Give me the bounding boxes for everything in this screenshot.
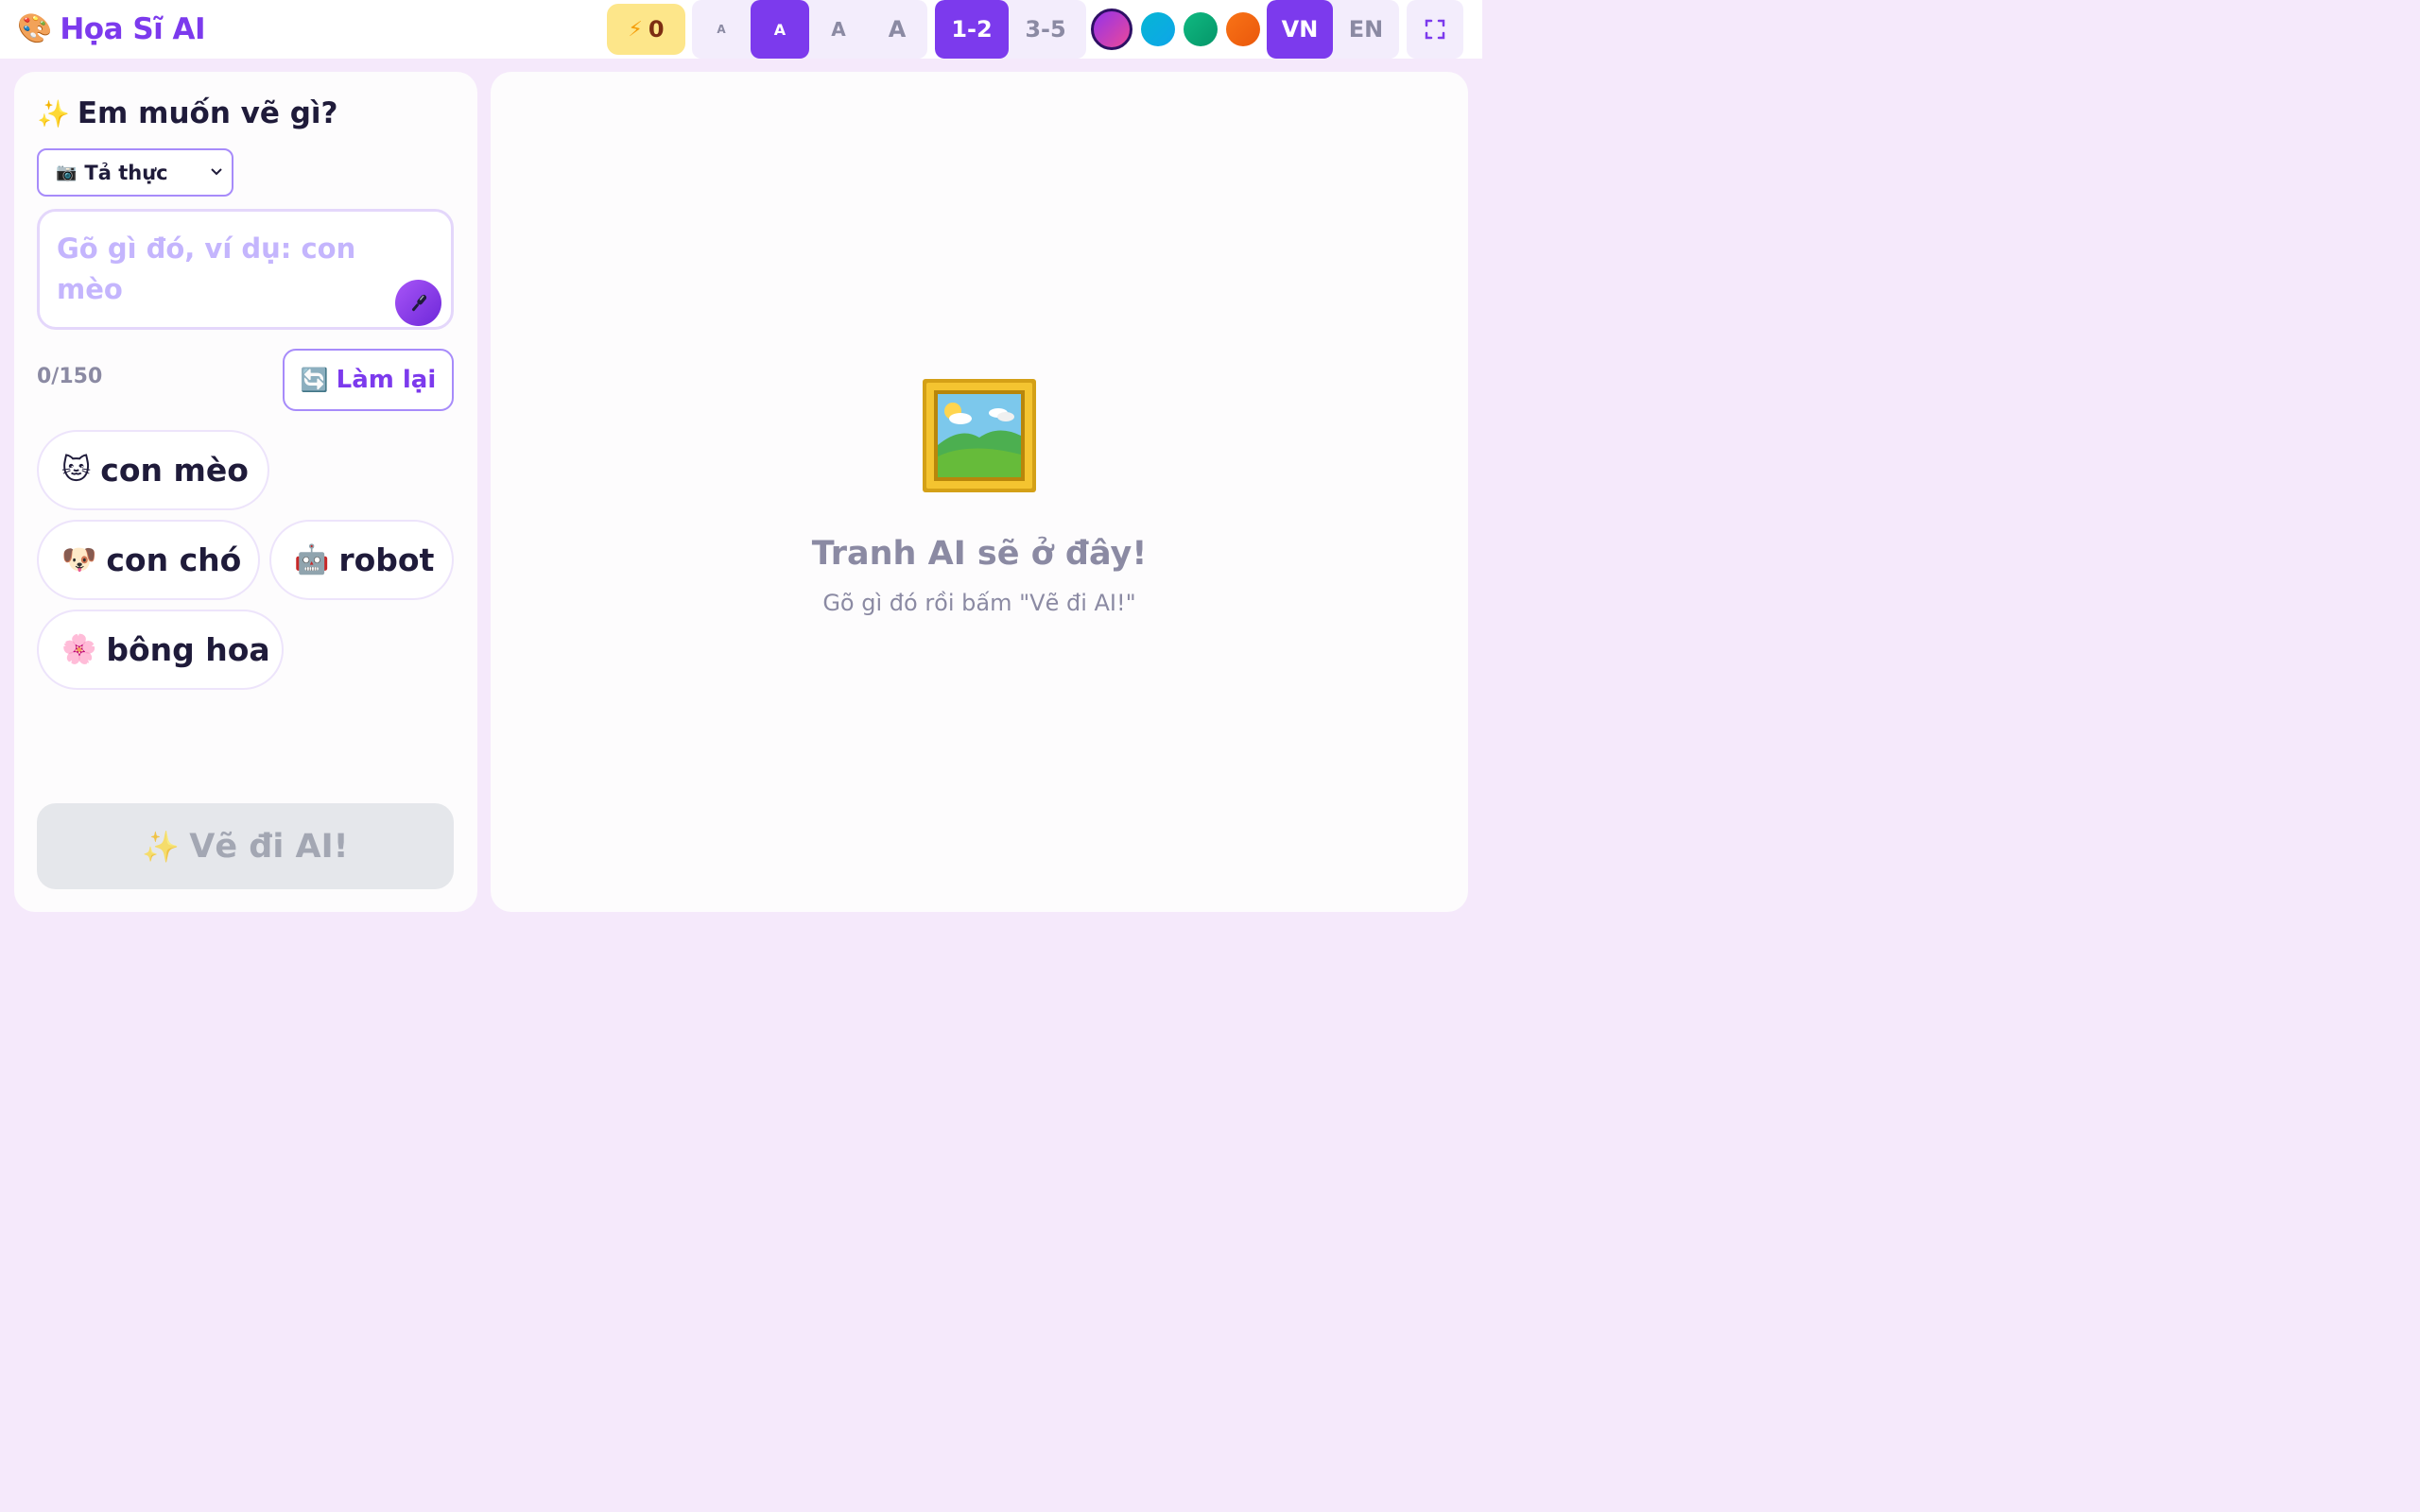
fullscreen-icon bbox=[1425, 19, 1445, 40]
font-size-xs-button[interactable]: A bbox=[692, 0, 751, 59]
flower-icon: 🌸 bbox=[61, 633, 97, 666]
panel-title: Em muốn vẽ gì? bbox=[77, 96, 338, 130]
app-title: Họa Sĩ AI bbox=[60, 12, 206, 46]
style-select-value: Tả thực bbox=[84, 161, 168, 184]
robot-icon: 🤖 bbox=[294, 543, 330, 576]
theme-swatch-purple[interactable] bbox=[1091, 9, 1132, 50]
theme-swatch-cyan[interactable] bbox=[1141, 12, 1175, 46]
lightning-icon: ⚡ bbox=[628, 17, 643, 42]
font-size-m-button[interactable]: A bbox=[809, 0, 868, 59]
chevron-down-icon bbox=[211, 165, 222, 180]
microphone-icon bbox=[411, 294, 426, 311]
theme-color-picker bbox=[1091, 9, 1260, 50]
suggestion-label: robot bbox=[338, 541, 435, 578]
sparkles-icon: ✨ bbox=[142, 828, 181, 865]
age-3-5-button[interactable]: 3-5 bbox=[1009, 0, 1082, 59]
panel-heading: ✨ Em muốn vẽ gì? bbox=[37, 93, 338, 134]
suggestion-label: bông hoa bbox=[106, 631, 270, 668]
suggestion-chip-cat[interactable]: 🐱 con mèo bbox=[37, 430, 269, 510]
framed-picture-icon bbox=[923, 379, 1036, 492]
suggestion-label: con mèo bbox=[100, 452, 249, 489]
suggestion-chip-flower[interactable]: 🌸 bông hoa bbox=[37, 610, 284, 690]
energy-counter: ⚡ 0 bbox=[607, 4, 685, 55]
placeholder-subtitle: Gõ gì đó rồi bấm "Vẽ đi AI!" bbox=[822, 590, 1136, 616]
prompt-box bbox=[37, 209, 454, 330]
age-1-2-button[interactable]: 1-2 bbox=[935, 0, 1009, 59]
language-selector: VN EN bbox=[1267, 0, 1399, 59]
suggestion-chip-robot[interactable]: 🤖 robot bbox=[269, 520, 454, 600]
image-canvas-panel: Tranh AI sẽ ở đây! Gõ gì đó rồi bấm "Vẽ … bbox=[491, 72, 1468, 912]
lang-vn-button[interactable]: VN bbox=[1267, 0, 1333, 59]
suggestion-label: con chó bbox=[106, 541, 242, 578]
microphone-button[interactable] bbox=[395, 280, 441, 326]
font-size-selector: A A A A bbox=[692, 0, 927, 59]
draw-button-label: Vẽ đi AI! bbox=[189, 827, 349, 866]
refresh-icon: 🔄 bbox=[300, 367, 329, 393]
theme-swatch-green[interactable] bbox=[1184, 12, 1218, 46]
style-select[interactable]: 📷 Tả thực bbox=[37, 148, 233, 197]
top-bar: 🎨 Họa Sĩ AI ⚡ 0 A A A A 1-2 3-5 VN EN bbox=[0, 0, 1482, 59]
fullscreen-button[interactable] bbox=[1407, 0, 1463, 59]
sparkles-icon: ✨ bbox=[37, 97, 70, 129]
theme-swatch-orange[interactable] bbox=[1226, 12, 1260, 46]
brand: 🎨 Họa Sĩ AI bbox=[17, 9, 206, 49]
reset-button[interactable]: 🔄 Làm lại bbox=[283, 349, 454, 411]
prompt-input[interactable] bbox=[57, 229, 378, 314]
font-size-l-button[interactable]: A bbox=[868, 0, 926, 59]
prompt-panel: ✨ Em muốn vẽ gì? 📷 Tả thực 0/150 🔄 Làm l… bbox=[14, 72, 477, 912]
age-group-selector: 1-2 3-5 bbox=[935, 0, 1086, 59]
lang-en-button[interactable]: EN bbox=[1333, 0, 1399, 59]
draw-button[interactable]: ✨ Vẽ đi AI! bbox=[37, 803, 454, 889]
character-count: 0/150 bbox=[37, 365, 103, 388]
placeholder-title: Tranh AI sẽ ở đây! bbox=[811, 535, 1148, 573]
camera-icon: 📷 bbox=[56, 163, 78, 182]
reset-label: Làm lại bbox=[336, 366, 437, 394]
dog-icon: 🐶 bbox=[61, 543, 97, 576]
font-size-s-button[interactable]: A bbox=[751, 0, 809, 59]
cat-icon: 🐱 bbox=[61, 454, 92, 487]
suggestion-chip-dog[interactable]: 🐶 con chó bbox=[37, 520, 260, 600]
energy-count: 0 bbox=[648, 16, 665, 43]
palette-icon: 🎨 bbox=[17, 12, 53, 45]
